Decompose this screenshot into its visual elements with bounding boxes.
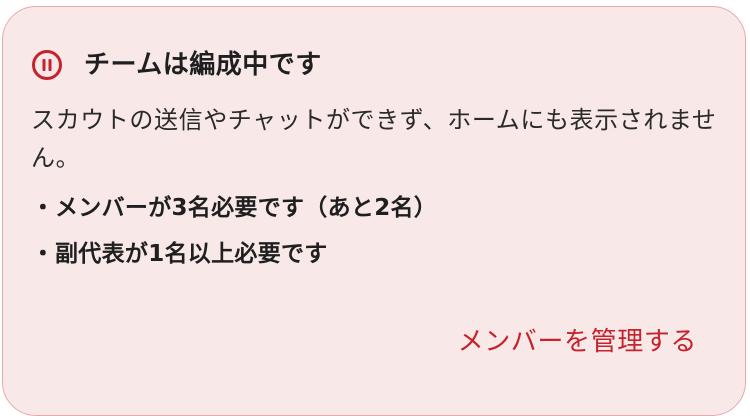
- requirement-text: 副代表が1名以上必要です: [55, 241, 328, 267]
- pause-circle-icon: [32, 50, 62, 80]
- notice-header: チームは編成中です: [31, 47, 322, 83]
- notice-description: スカウトの送信やチャットができず、ホームにも表示されません。: [31, 106, 717, 172]
- manage-members-button[interactable]: メンバーを管理する: [458, 317, 697, 362]
- requirement-item-vice-leader: ・ 副代表が1名以上必要です: [31, 231, 437, 277]
- bullet: ・: [31, 195, 55, 221]
- bullet: ・: [31, 241, 55, 267]
- requirement-item-members: ・ メンバーが3名必要です（あと2名）: [31, 185, 437, 231]
- team-status-notice-card: チームは編成中です スカウトの送信やチャットができず、ホームにも表示されません。…: [2, 6, 746, 416]
- requirement-text: メンバーが3名必要です（あと2名）: [55, 195, 438, 221]
- notice-title: チームは編成中です: [84, 50, 322, 80]
- requirements-list: ・ メンバーが3名必要です（あと2名） ・ 副代表が1名以上必要です: [31, 185, 437, 277]
